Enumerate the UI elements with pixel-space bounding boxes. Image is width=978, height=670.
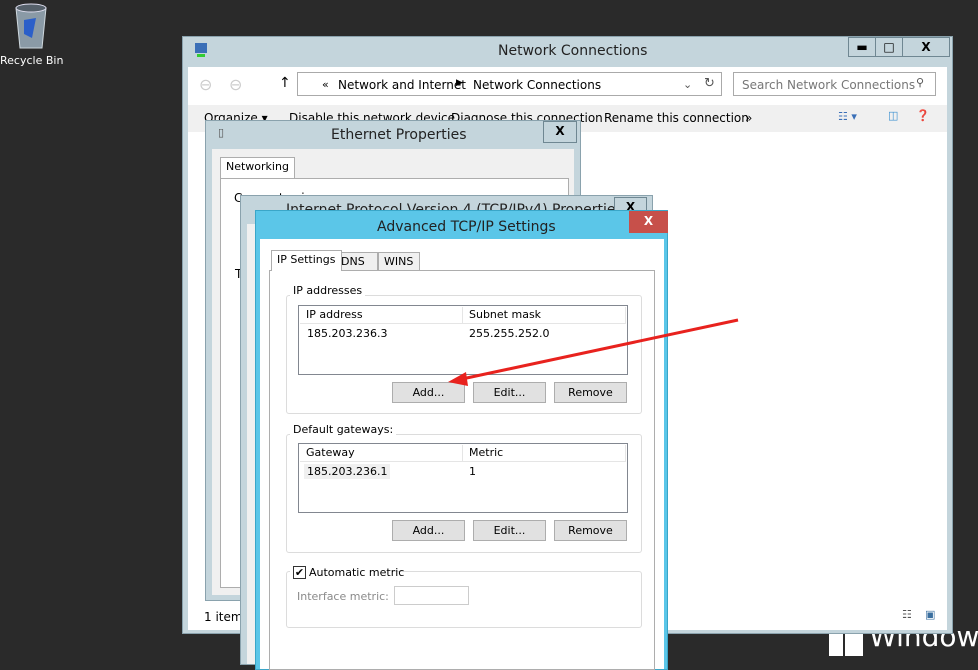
tab-ip-settings[interactable]: IP Settings [271,250,342,271]
annotation-arrow [448,318,739,386]
